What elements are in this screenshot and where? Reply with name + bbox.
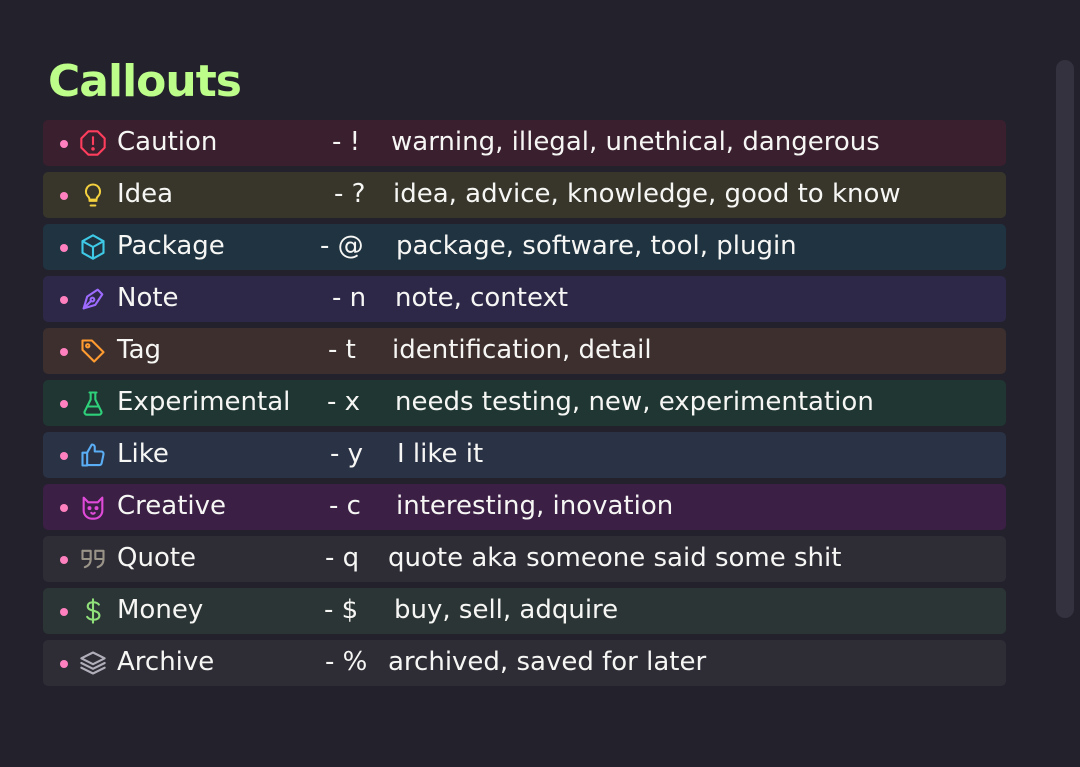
bullet [60, 660, 68, 668]
callout-label: Caution [117, 127, 218, 157]
bullet [60, 296, 68, 304]
callout-key: - n [332, 283, 367, 313]
callout-description: note, context [395, 283, 569, 313]
callout-description: buy, sell, adquire [394, 595, 619, 625]
callout-label: Note [117, 283, 179, 313]
bullet [60, 140, 68, 148]
callout-row-tag: Tag - t identification, detail [43, 328, 1006, 374]
callout-key: - $ [324, 595, 359, 625]
callout-row-archive: Archive - % archived, saved for later [43, 640, 1006, 686]
dollar-icon [79, 597, 107, 625]
callout-key: - q [325, 543, 360, 573]
callout-description: archived, saved for later [388, 647, 707, 677]
callout-label: Archive [117, 647, 215, 677]
callout-row-note: Note - n note, context [43, 276, 1006, 322]
stop-octagon-icon [79, 129, 107, 157]
bullet [60, 348, 68, 356]
callout-label: Package [117, 231, 225, 261]
callout-key: - t [328, 335, 356, 365]
lightbulb-icon [79, 181, 107, 209]
callout-label: Creative [117, 491, 227, 521]
flask-icon [79, 389, 107, 417]
thumbs-up-icon [79, 441, 107, 469]
package-cube-icon [79, 233, 107, 261]
callout-label: Idea [117, 179, 174, 209]
callout-row-creative: Creative - c interesting, inovation [43, 484, 1006, 530]
bullet [60, 244, 68, 252]
callout-label: Like [117, 439, 169, 469]
pen-nib-icon [79, 285, 107, 313]
callout-description: package, software, tool, plugin [396, 231, 797, 261]
cat-face-icon [79, 493, 107, 521]
callout-label: Experimental [117, 387, 291, 417]
bullet [60, 608, 68, 616]
callout-key: - y [330, 439, 364, 469]
page-title: Callouts [48, 56, 242, 107]
callout-row-idea: Idea - ? idea, advice, knowledge, good to … [43, 172, 1006, 218]
callout-key: - x [327, 387, 361, 417]
callout-key: - % [325, 647, 368, 677]
scrollbar[interactable] [1056, 60, 1074, 618]
callout-row-money: Money - $ buy, sell, adquire [43, 588, 1006, 634]
callout-key: - ? [334, 179, 366, 209]
callout-label: Money [117, 595, 204, 625]
layers-icon [79, 649, 107, 677]
callout-description: identification, detail [392, 335, 652, 365]
callout-row-quote: Quote - q quote aka someone said some shit [43, 536, 1006, 582]
bullet [60, 400, 68, 408]
callout-key: - c [329, 491, 361, 521]
callout-description: warning, illegal, unethical, dangerous [391, 127, 880, 157]
callouts-page: Callouts Caution - ! warning, illegal, une… [0, 0, 1080, 767]
bullet [60, 452, 68, 460]
bullet [60, 556, 68, 564]
bullet [60, 192, 68, 200]
bullet [60, 504, 68, 512]
callout-list: Caution - ! warning, illegal, unethical, d… [43, 120, 1006, 692]
callout-label: Quote [117, 543, 197, 573]
callout-label: Tag [117, 335, 162, 365]
callout-row-experimental: Experimental - x needs testing, new, exper… [43, 380, 1006, 426]
callout-description: I like it [397, 439, 484, 469]
callout-description: idea, advice, knowledge, good to know [393, 179, 901, 209]
callout-key: - ! [332, 127, 361, 157]
callout-row-like: Like - y I like it [43, 432, 1006, 478]
callout-description: needs testing, new, experimentation [395, 387, 874, 417]
quote-icon [79, 545, 107, 573]
callout-row-caution: Caution - ! warning, illegal, unethical, d… [43, 120, 1006, 166]
callout-row-package: Package - @ package, software, tool, plugi… [43, 224, 1006, 270]
callout-description: quote aka someone said some shit [388, 543, 842, 573]
callout-description: interesting, inovation [396, 491, 674, 521]
tag-icon [79, 337, 107, 365]
callout-key: - @ [320, 231, 364, 261]
